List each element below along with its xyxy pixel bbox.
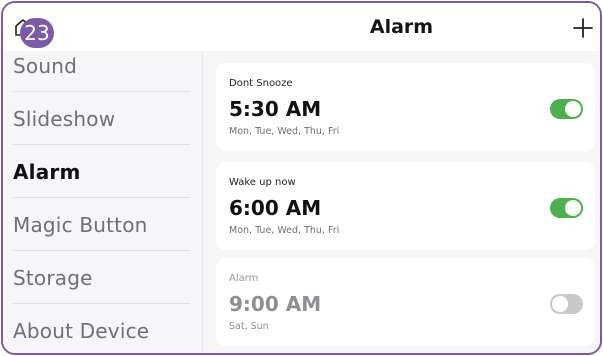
sidebar-item-label: Slideshow — [13, 106, 116, 131]
settings-nav: Sound Slideshow Alarm Magic Button Stora… — [3, 51, 202, 353]
sidebar-item-slideshow[interactable]: Slideshow — [3, 92, 202, 145]
alarm-time: 9:00 AM — [229, 292, 322, 316]
sidebar: 23 Sound Slideshow Alarm Magic Button St… — [3, 3, 203, 353]
sidebar-item-label: About Device — [13, 318, 150, 343]
toggle-knob — [565, 101, 581, 117]
sidebar-item-label: Storage — [13, 265, 93, 290]
alarm-toggle[interactable] — [550, 294, 583, 314]
alarm-label: Alarm — [229, 273, 259, 284]
alarm-days: Sat, Sun — [229, 321, 269, 332]
sidebar-item-alarm[interactable]: Alarm — [3, 145, 202, 198]
app-window: 23 Sound Slideshow Alarm Magic Button St… — [1, 1, 602, 355]
sidebar-item-magic-button[interactable]: Magic Button — [3, 198, 202, 251]
alarm-days: Mon, Tue, Wed, Thu, Fri — [229, 225, 340, 236]
sidebar-item-label: Magic Button — [13, 212, 148, 237]
page-title: Alarm — [369, 16, 434, 38]
alarm-card[interactable]: Dont Snooze 5:30 AM Mon, Tue, Wed, Thu, … — [216, 63, 595, 151]
sidebar-item-storage[interactable]: Storage — [3, 251, 202, 304]
sidebar-item-about-device[interactable]: About Device — [3, 304, 202, 353]
alarm-card[interactable]: Alarm 9:00 AM Sat, Sun — [216, 258, 595, 346]
alarm-time: 5:30 AM — [229, 97, 322, 121]
toggle-knob — [552, 296, 568, 312]
main-header: Alarm — [203, 3, 600, 51]
alarm-label: Dont Snooze — [229, 78, 293, 89]
alarm-label: Wake up now — [229, 177, 296, 188]
sidebar-item-sound[interactable]: Sound — [3, 39, 202, 92]
sidebar-item-label: Alarm — [13, 159, 81, 184]
alarm-toggle[interactable] — [550, 198, 583, 218]
plus-icon[interactable] — [572, 17, 594, 39]
alarm-days: Mon, Tue, Wed, Thu, Fri — [229, 126, 340, 137]
alarm-toggle[interactable] — [550, 99, 583, 119]
alarm-time: 6:00 AM — [229, 196, 322, 220]
main-panel: Alarm Dont Snooze 5:30 AM Mon, Tue, Wed,… — [203, 3, 600, 353]
sidebar-item-label: Sound — [13, 53, 77, 78]
toggle-knob — [565, 200, 581, 216]
alarm-card[interactable]: Wake up now 6:00 AM Mon, Tue, Wed, Thu, … — [216, 162, 595, 250]
